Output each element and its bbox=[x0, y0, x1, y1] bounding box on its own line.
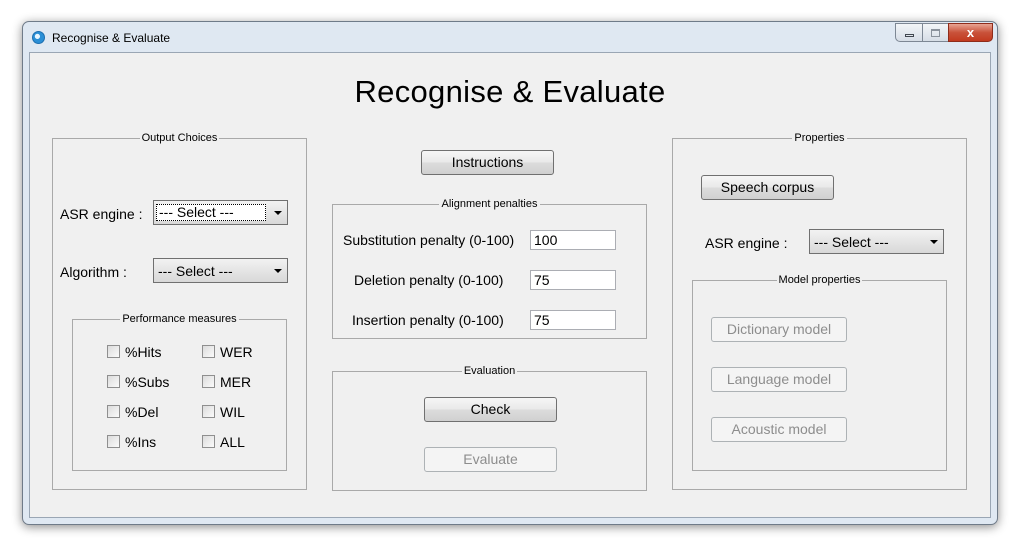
chevron-down-icon bbox=[274, 269, 282, 273]
window-controls: x bbox=[895, 23, 993, 42]
wer-checkbox[interactable] bbox=[202, 345, 215, 358]
mer-checkbox[interactable] bbox=[202, 375, 215, 388]
algorithm-select[interactable]: --- Select --- bbox=[153, 258, 288, 283]
instructions-button[interactable]: Instructions bbox=[421, 150, 554, 175]
del-checkbox[interactable] bbox=[107, 405, 120, 418]
mer-label: MER bbox=[220, 374, 252, 390]
page-title: Recognise & Evaluate bbox=[354, 74, 666, 109]
all-checkbox[interactable] bbox=[202, 435, 215, 448]
algorithm-label: Algorithm : bbox=[60, 264, 127, 280]
alignment-penalties-legend: Alignment penalties bbox=[441, 198, 538, 210]
del-label: %Del bbox=[125, 404, 159, 420]
maximize-button[interactable] bbox=[922, 23, 948, 42]
evaluation-panel: Evaluation bbox=[332, 365, 647, 491]
window-title: Recognise & Evaluate bbox=[52, 31, 171, 45]
asr-engine-label: ASR engine : bbox=[60, 206, 143, 222]
hits-checkbox[interactable] bbox=[107, 345, 120, 358]
insertion-penalty-input[interactable]: 75 bbox=[530, 310, 616, 330]
output-choices-legend: Output Choices bbox=[141, 132, 218, 144]
deletion-penalty-label: Deletion penalty (0-100) bbox=[354, 272, 504, 288]
dictionary-model-button[interactable]: Dictionary model bbox=[711, 317, 847, 342]
app-icon bbox=[32, 31, 45, 44]
asr-engine-select-value: --- Select --- bbox=[156, 204, 266, 221]
ins-label: %Ins bbox=[125, 434, 157, 450]
properties-asr-engine-select[interactable]: --- Select --- bbox=[809, 229, 944, 254]
client-area: Recognise & Evaluate Output Choices ASR … bbox=[29, 52, 991, 518]
insertion-penalty-label: Insertion penalty (0-100) bbox=[352, 312, 504, 328]
close-icon: x bbox=[966, 25, 975, 40]
speech-corpus-button[interactable]: Speech corpus bbox=[701, 175, 834, 200]
deletion-penalty-input[interactable]: 75 bbox=[530, 270, 616, 290]
properties-asr-engine-label: ASR engine : bbox=[705, 235, 788, 251]
maximize-icon bbox=[931, 28, 940, 37]
minimize-button[interactable] bbox=[895, 23, 922, 42]
wer-label: WER bbox=[220, 344, 253, 360]
evaluate-button[interactable]: Evaluate bbox=[424, 447, 557, 472]
algorithm-select-value: --- Select --- bbox=[158, 263, 233, 279]
language-model-button[interactable]: Language model bbox=[711, 367, 847, 392]
properties-asr-engine-select-value: --- Select --- bbox=[814, 234, 889, 250]
subs-checkbox[interactable] bbox=[107, 375, 120, 388]
ins-checkbox[interactable] bbox=[107, 435, 120, 448]
close-button[interactable]: x bbox=[948, 23, 993, 42]
substitution-penalty-input[interactable]: 100 bbox=[530, 230, 616, 250]
evaluation-legend: Evaluation bbox=[463, 365, 516, 377]
subs-label: %Subs bbox=[125, 374, 170, 390]
wil-checkbox[interactable] bbox=[202, 405, 215, 418]
properties-legend: Properties bbox=[794, 132, 845, 144]
chevron-down-icon bbox=[274, 211, 282, 215]
check-button[interactable]: Check bbox=[424, 397, 557, 422]
hits-label: %Hits bbox=[125, 344, 162, 360]
all-label: ALL bbox=[220, 434, 245, 450]
main-window: Recognise & Evaluate x Recognise & Evalu… bbox=[22, 21, 998, 525]
wil-label: WIL bbox=[220, 404, 245, 420]
model-properties-legend: Model properties bbox=[778, 274, 861, 286]
performance-measures-legend: Performance measures bbox=[122, 313, 237, 325]
asr-engine-select[interactable]: --- Select --- bbox=[153, 200, 288, 225]
substitution-penalty-label: Substitution penalty (0-100) bbox=[343, 232, 515, 248]
performance-measures-panel: Performance measures bbox=[72, 313, 287, 471]
minimize-icon bbox=[904, 34, 914, 37]
title-bar[interactable]: Recognise & Evaluate x bbox=[23, 22, 997, 52]
chevron-down-icon bbox=[930, 240, 938, 244]
acoustic-model-button[interactable]: Acoustic model bbox=[711, 417, 847, 442]
